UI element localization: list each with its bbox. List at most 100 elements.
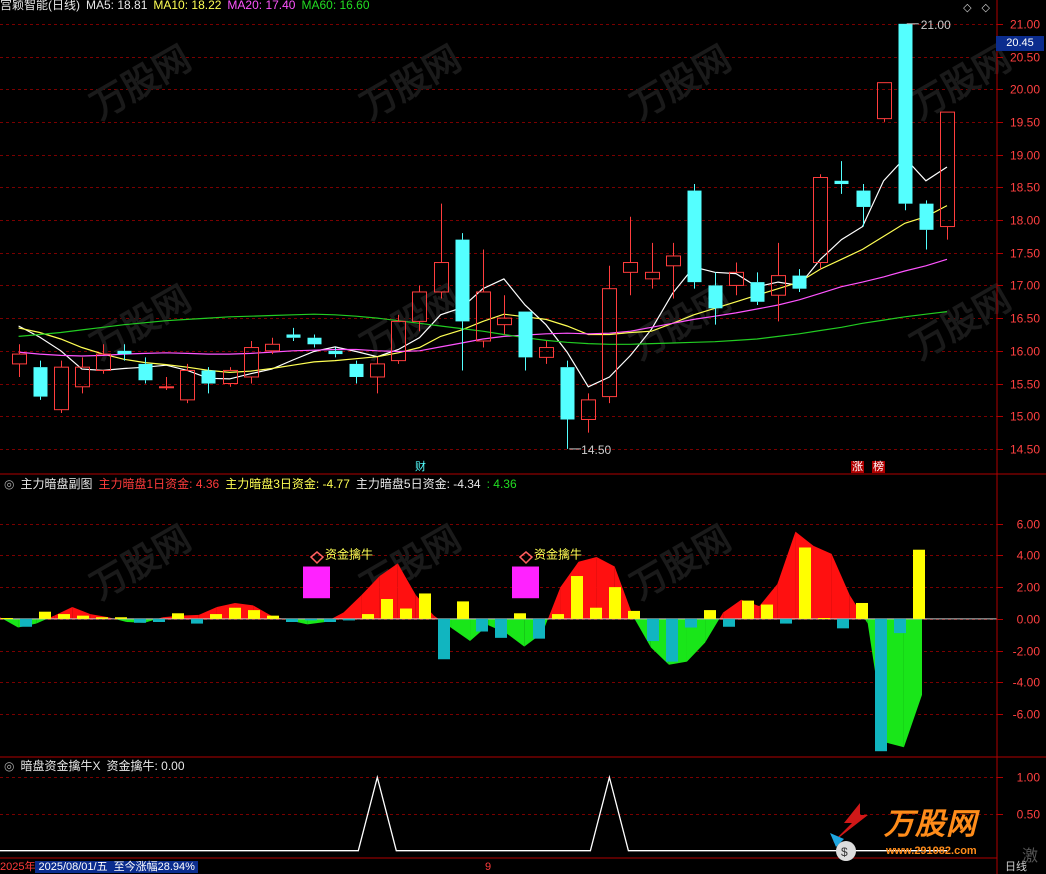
diamond-icon <box>518 551 534 565</box>
chart-stage[interactable]: 万股网 万股网 万股网 万股网万股网 万股网 万股网 万股网万股网 万股网 万股网 资金擒牛 资金… <box>0 0 1046 874</box>
collapse-icon-2[interactable]: ◎ <box>4 759 14 773</box>
sub-bar <box>286 618 298 622</box>
sub-bar <box>685 618 697 628</box>
y-tick-label: 15.00 <box>1010 410 1040 424</box>
sub-bar <box>248 610 260 619</box>
y-tick-label: 20.00 <box>1010 83 1040 97</box>
svg-text:$: $ <box>841 845 848 859</box>
period-label: 日线 <box>1005 861 1027 873</box>
sub-bar <box>20 618 32 627</box>
y-tick-label: 16.50 <box>1010 312 1040 326</box>
sub-bar <box>58 614 70 619</box>
diamond-icon <box>309 551 325 565</box>
y-tick-label: -6.00 <box>1013 708 1041 722</box>
signal-box <box>512 566 539 599</box>
candle-body-down <box>349 363 364 377</box>
area-positive <box>831 553 850 619</box>
status-bar: 2025年 2025/08/01/五 至今涨幅28.94% <box>0 860 198 874</box>
sub-bar <box>476 618 488 632</box>
moving-average-lines <box>18 157 948 388</box>
marker-cai[interactable]: 财 <box>415 461 426 473</box>
area-negative <box>705 618 720 643</box>
candle-body-up <box>602 288 617 398</box>
sub-bar <box>96 617 108 619</box>
candle-body-down <box>286 334 301 338</box>
sub-bar <box>628 610 640 619</box>
sub-bar <box>875 618 887 752</box>
extreme-labels: 21.00 14.50 <box>569 18 951 457</box>
sub-bar <box>666 618 678 662</box>
sub-bar <box>894 618 906 634</box>
sub-bar <box>533 618 545 639</box>
candle-body-up <box>539 347 554 358</box>
candle-body-down <box>307 337 322 345</box>
sub-bar <box>571 576 583 619</box>
area-negative <box>885 618 904 748</box>
signal-value: 资金擒牛: 0.00 <box>106 759 185 773</box>
sub-bar <box>837 618 849 629</box>
site-logo: $ 万股网 www.291082.com <box>822 793 1022 868</box>
y-tick-label: 0.00 <box>1017 613 1041 627</box>
marker-bang[interactable]: 榜 <box>872 461 885 473</box>
sub-bar <box>609 587 621 619</box>
y-tick-label: 4.00 <box>1017 549 1041 563</box>
sub-bar <box>761 604 773 619</box>
diamond-icon[interactable]: ◇ <box>963 2 971 14</box>
sub-bar <box>647 618 659 642</box>
sub-bar <box>780 618 792 624</box>
candle-body-up <box>265 343 280 352</box>
signal-label: 资金擒牛 <box>534 547 582 562</box>
candle-body-down <box>687 190 702 283</box>
signal-chart-header: ◎ 暗盘资金擒牛X 资金擒牛: 0.00 <box>4 759 191 773</box>
extra-label: : 4.36 <box>486 477 517 491</box>
candle-body-down <box>33 367 48 397</box>
candle-body-up <box>476 291 491 342</box>
y-tick-label: 19.00 <box>1010 149 1040 163</box>
status-date: 2025/08/01/五 <box>35 861 111 873</box>
ma10-label: MA10: 18.22 <box>153 0 222 12</box>
y-tick-label: 17.50 <box>1010 247 1040 261</box>
current-price-tag: 20.45 <box>996 36 1044 51</box>
y-tick-label: 16.00 <box>1010 345 1040 359</box>
sub-bar <box>381 599 393 619</box>
area-positive <box>343 595 362 619</box>
y-tick-label: 6.00 <box>1017 518 1041 532</box>
candle-body-up <box>771 275 786 296</box>
chevron-icon[interactable]: ◇ <box>982 2 990 14</box>
sub-bar <box>419 593 431 619</box>
watermark-text: 万股网 <box>84 37 198 127</box>
y-tick-label: 17.00 <box>1010 279 1040 293</box>
area-negative <box>903 618 922 748</box>
sub-bar <box>172 613 184 619</box>
sub-bar <box>818 618 830 620</box>
signal-label: 资金擒牛 <box>325 547 373 562</box>
marker-zhang[interactable]: 涨 <box>851 461 864 473</box>
main-header: 宫颖智能(日线) MA5: 18.81 MA10: 18.22 MA20: 17.40… <box>0 0 376 12</box>
high-label: 21.00 <box>921 18 951 32</box>
logo-url: www.291082.com <box>886 845 977 857</box>
sub-bar <box>77 615 89 619</box>
y-tick-label: 1.00 <box>1017 771 1041 785</box>
y-tick-label: 20.50 <box>1010 51 1040 65</box>
sub-bar <box>799 547 811 619</box>
candle-body-up <box>623 262 638 273</box>
area-positive <box>719 612 724 619</box>
watermark-text: 万股网 <box>354 37 468 127</box>
candle-body-down <box>898 23 913 204</box>
s1-label: 主力暗盘1日资金: 4.36 <box>98 477 220 491</box>
area-negative <box>2 618 19 628</box>
sub-bar <box>39 611 51 619</box>
area-positive <box>813 545 832 619</box>
sub-bar <box>742 600 754 619</box>
sub-bar <box>856 602 868 619</box>
sub-bar <box>514 613 526 619</box>
sub-bar <box>704 610 716 619</box>
area-positive <box>777 531 796 619</box>
candle-body-down <box>455 239 470 322</box>
signal-chart-name: 暗盘资金擒牛X <box>20 759 101 773</box>
sub-bar <box>590 607 602 619</box>
collapse-icon[interactable]: ◎ <box>4 477 14 491</box>
sub-bar <box>343 618 355 621</box>
sub-chart-name: 主力暗盘副图 <box>20 477 93 491</box>
window-controls[interactable]: ◇ ◇ <box>953 1 990 14</box>
